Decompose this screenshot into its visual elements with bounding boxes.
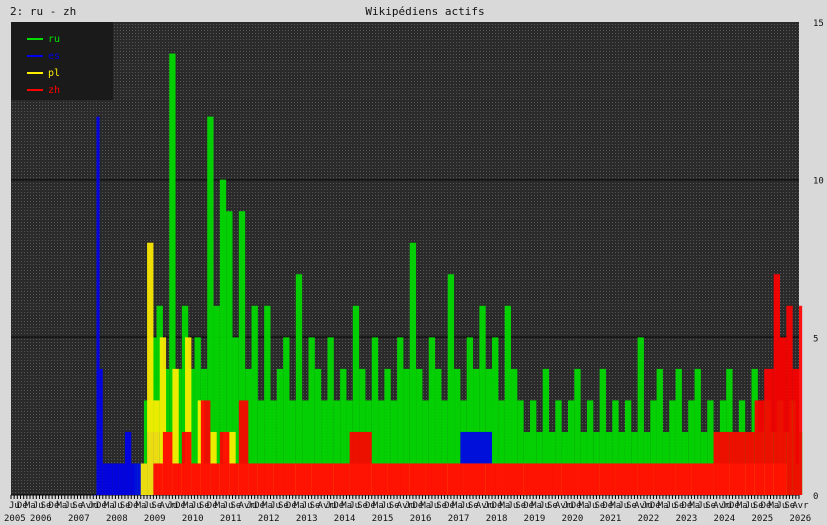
bar-es xyxy=(131,463,138,495)
bar-zh xyxy=(786,305,793,495)
bar-zh xyxy=(447,463,464,495)
bar-zh xyxy=(799,305,803,495)
bar-zh xyxy=(200,400,211,495)
x-year-label: 2007 xyxy=(68,514,90,524)
bar-zh xyxy=(248,463,258,495)
bar-es xyxy=(112,463,119,495)
bar-zh xyxy=(387,463,410,495)
x-year-label: 2019 xyxy=(524,514,546,524)
bar-zh xyxy=(792,368,799,495)
legend-label-es: es xyxy=(48,51,60,62)
bar-zh xyxy=(745,431,755,495)
x-year-label: 2005 xyxy=(4,514,26,524)
bar-zh xyxy=(349,431,372,495)
y-tick-label: 15 xyxy=(813,19,824,29)
bar-es xyxy=(105,463,113,495)
x-year-label: 2012 xyxy=(258,514,280,524)
x-year-label: 2020 xyxy=(562,514,584,524)
bar-zh xyxy=(615,463,638,495)
x-month-label: Avr xyxy=(792,501,809,511)
bar-zh xyxy=(653,463,676,495)
bar-zh xyxy=(463,463,486,495)
x-year-label: 2016 xyxy=(410,514,432,524)
legend-box xyxy=(11,22,113,100)
bar-zh xyxy=(501,463,524,495)
legend-label-ru: ru xyxy=(48,34,60,45)
x-year-label: 2009 xyxy=(144,514,166,524)
bar-zh xyxy=(577,463,600,495)
y-tick-label: 0 xyxy=(813,492,818,502)
bar-zh xyxy=(172,463,182,495)
bar-es xyxy=(99,368,103,495)
bar-zh xyxy=(229,463,239,495)
chart-title: Wikipédiens actifs xyxy=(365,5,484,18)
bar-zh xyxy=(637,463,654,495)
chart-selector-label: 2: ru - zh xyxy=(10,5,76,18)
bar-ru xyxy=(295,274,303,495)
bar-zh xyxy=(425,463,448,495)
bar-zh xyxy=(764,368,774,495)
bar-zh xyxy=(523,463,540,495)
x-year-label: 2008 xyxy=(106,514,128,524)
bar-zh xyxy=(780,337,787,495)
bar-zh xyxy=(162,431,173,495)
bar-zh xyxy=(713,431,730,495)
bar-es xyxy=(124,431,132,495)
bar-zh xyxy=(219,431,230,495)
x-year-label: 2006 xyxy=(30,514,52,524)
year-label-group: 2005 2006 2007 2008 2009 2010 2011 2012 2013 2014… xyxy=(4,514,811,524)
x-year-label: 2011 xyxy=(220,514,242,524)
y-tick-label: 10 xyxy=(813,177,824,187)
y-tick-label: 5 xyxy=(813,334,818,344)
x-year-label: 2024 xyxy=(714,514,736,524)
bar-zh xyxy=(210,463,220,495)
bar-pl xyxy=(140,463,148,495)
bar-ru xyxy=(409,242,417,495)
x-year-label: 2022 xyxy=(638,514,660,524)
bar-es xyxy=(102,463,106,495)
x-year-label: 2023 xyxy=(676,514,698,524)
bar-zh xyxy=(191,463,201,495)
bar-ru xyxy=(447,274,455,495)
bar-zh xyxy=(561,463,578,495)
x-year-label: 2025 xyxy=(752,514,774,524)
bar-zh xyxy=(599,463,616,495)
bar-zh xyxy=(729,431,746,495)
bar-zh xyxy=(333,463,350,495)
legend-label-pl: pl xyxy=(48,68,60,79)
bar-es xyxy=(118,463,125,495)
bar-zh xyxy=(691,463,714,495)
x-year-label: 2014 xyxy=(334,514,356,524)
bar-zh xyxy=(409,463,426,495)
x-year-label: 2015 xyxy=(372,514,394,524)
x-year-label: 2026 xyxy=(790,514,812,524)
x-year-label: 2010 xyxy=(182,514,204,524)
bar-zh xyxy=(773,274,781,495)
bar-zh xyxy=(295,463,312,495)
bar-es xyxy=(93,495,97,496)
legend-label-zh: zh xyxy=(48,85,60,96)
bar-zh xyxy=(181,431,192,495)
bar-zh xyxy=(257,463,274,495)
bar-zh xyxy=(371,463,388,495)
chart: 2: ru - zh Wikipédiens actifs 2005 2006 20… xyxy=(4,5,824,524)
bar-zh xyxy=(273,463,296,495)
month-tick-group xyxy=(10,495,800,499)
bar-zh xyxy=(675,463,692,495)
bar-pl xyxy=(147,242,154,495)
bar-zh xyxy=(754,400,765,495)
x-year-label: 2013 xyxy=(296,514,318,524)
bar-zh xyxy=(153,463,163,495)
bar-es xyxy=(96,116,100,495)
x-year-label: 2018 xyxy=(486,514,508,524)
y-tick-group: 0 5 10 15 xyxy=(813,19,824,502)
bar-zh xyxy=(485,463,502,495)
x-year-label: 2017 xyxy=(448,514,470,524)
bar-zh xyxy=(311,463,334,495)
bar-zh xyxy=(539,463,562,495)
legend: ru es pl zh xyxy=(11,22,113,100)
bar-zh xyxy=(238,400,249,495)
x-year-label: 2021 xyxy=(600,514,622,524)
month-label-group: JuDéMaJuSeDéMaJuSeAvrJuDéMaJuSeDéMaJuSeA… xyxy=(9,500,809,511)
